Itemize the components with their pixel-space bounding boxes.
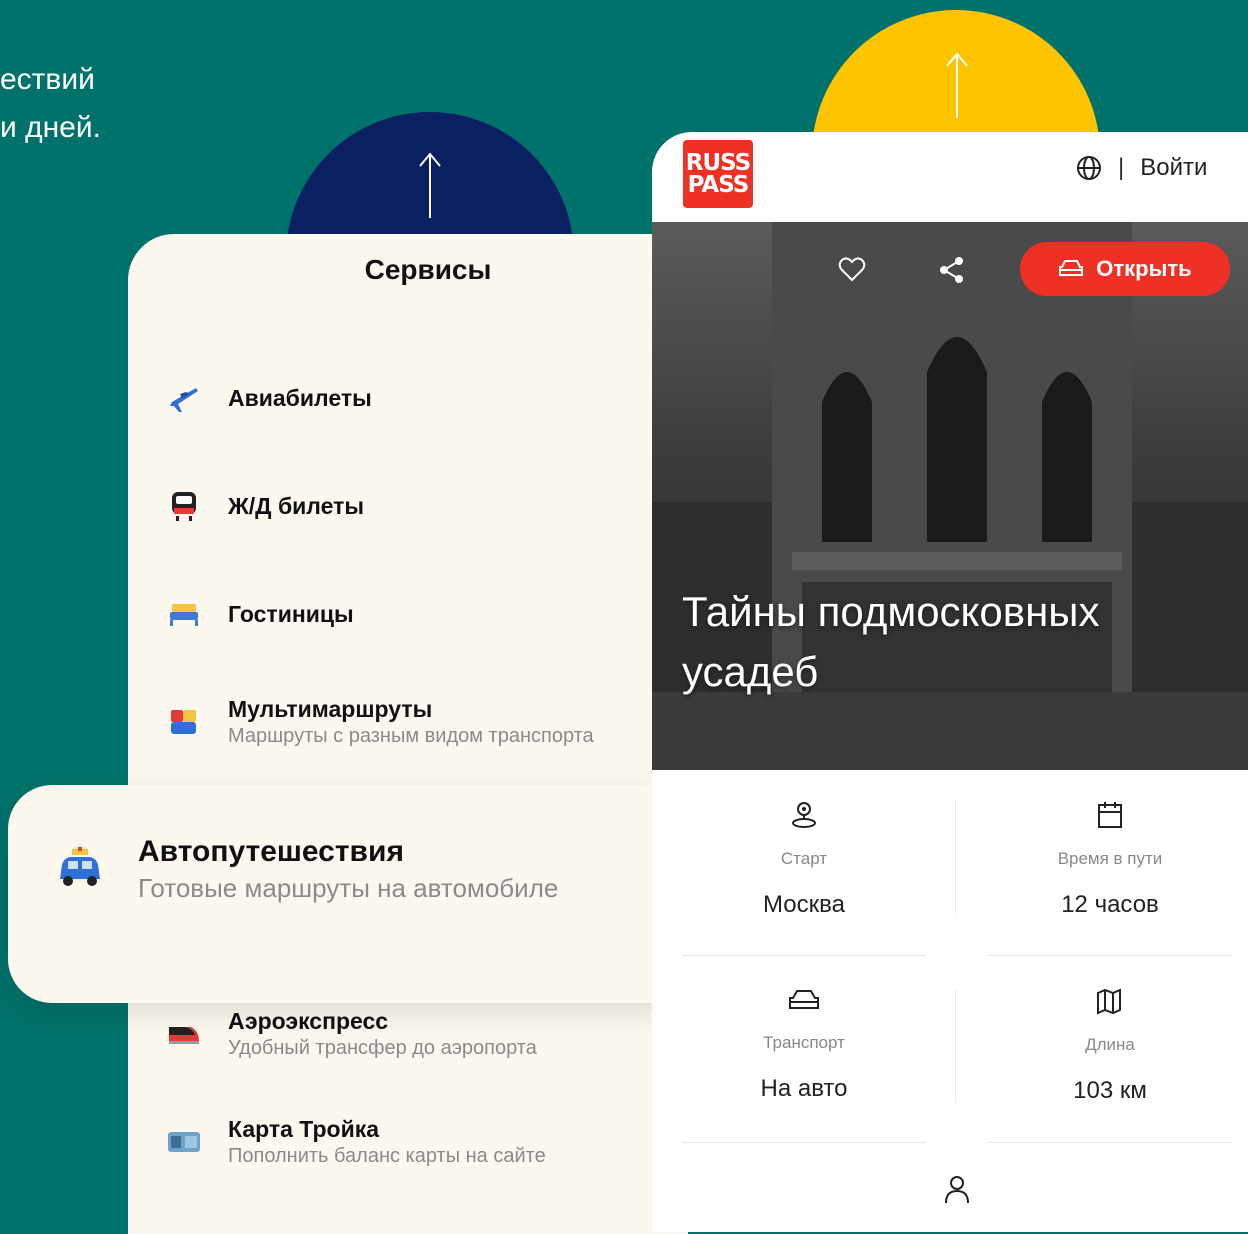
car-icon: [1059, 260, 1084, 276]
service-item-multiroutes[interactable]: Мультимаршруты Маршруты с разным видом т…: [166, 696, 594, 748]
service-subtitle: Удобный трансфер до аэропорта: [228, 1037, 537, 1059]
services-title: Сервисы: [364, 254, 492, 285]
open-button-label: Открыть: [1096, 256, 1192, 281]
globe-icon[interactable]: [1076, 155, 1102, 181]
calendar-icon: [1098, 802, 1122, 828]
car-trip-icon: [56, 847, 104, 896]
logo-text: PASS: [687, 172, 750, 198]
info-transport: Транспорт На авто: [682, 988, 926, 1103]
services-panel: Сервисы Авиабилеты Ж/Д билеты Гостиницы …: [128, 234, 688, 1234]
divider: [955, 800, 956, 914]
info-label: Длина: [1085, 1035, 1135, 1054]
service-item-aeroexpress[interactable]: Аэроэкспресс Удобный трансфер до аэропор…: [166, 1008, 537, 1060]
open-route-button[interactable]: Открыть: [1020, 242, 1230, 296]
service-title: Карта Тройка: [228, 1116, 380, 1142]
info-travel-time: Время в пути 12 часов: [988, 800, 1232, 919]
header-actions: | Войти: [1076, 154, 1207, 182]
service-item-troika[interactable]: Карта Тройка Пополнить баланс карты на с…: [166, 1116, 546, 1168]
service-title: Аэроэкспресс: [228, 1008, 389, 1034]
info-value: 103 км: [1073, 1077, 1147, 1104]
service-item-hotels[interactable]: Гостиницы: [166, 596, 354, 632]
header-separator: |: [1118, 154, 1125, 181]
divider: [988, 955, 1232, 956]
service-item-flights[interactable]: Авиабилеты: [166, 380, 372, 416]
service-title: Ж/Д билеты: [228, 492, 365, 519]
service-title: Гостиницы: [228, 600, 354, 627]
service-subtitle: Маршруты с разным видом транспорта: [228, 725, 594, 747]
info-start: Старт Москва: [682, 800, 926, 919]
airplane-icon: [166, 380, 202, 416]
location-pin-icon: [792, 802, 816, 828]
highlight-title: Автопутешествия: [138, 835, 404, 868]
service-title: Авиабилеты: [228, 384, 372, 411]
info-value: На авто: [760, 1075, 848, 1102]
map-icon: [1097, 988, 1121, 1015]
info-label: Время в пути: [1057, 849, 1163, 868]
russpass-logo[interactable]: RUSS PASS: [683, 140, 753, 208]
highlight-auto-trips-card[interactable]: Автопутешествия Готовые маршруты на авто…: [8, 785, 668, 1003]
arrow-up-icon: [419, 152, 441, 218]
route-app-card: RUSS PASS | Войти Открыть Тайны подмоско…: [652, 132, 1248, 1232]
divider: [682, 955, 926, 956]
info-value: 12 часов: [1061, 891, 1159, 918]
arrow-up-icon: [946, 52, 968, 118]
login-link[interactable]: Войти: [1140, 154, 1207, 182]
bed-icon: [166, 596, 202, 632]
highlight-subtitle: Готовые маршруты на автомобиле: [138, 873, 559, 903]
user-profile-icon[interactable]: [944, 1175, 970, 1205]
info-length: Длина 103 км: [988, 988, 1232, 1105]
service-title: Мультимаршруты: [228, 696, 433, 722]
favorite-heart-icon[interactable]: [838, 256, 866, 282]
multiroute-icon: [166, 704, 202, 740]
train-icon: [166, 488, 202, 524]
troika-card-icon: [166, 1124, 202, 1160]
divider: [955, 988, 956, 1102]
info-label: Старт: [780, 849, 828, 868]
route-title: Тайны подмосковных усадеб: [682, 588, 1100, 695]
divider: [988, 1142, 1232, 1143]
info-value: Москва: [763, 891, 845, 918]
logo-text: RUSS: [685, 150, 751, 176]
divider: [682, 1142, 926, 1143]
service-item-trains[interactable]: Ж/Д билеты: [166, 488, 364, 524]
info-label: Транспорт: [763, 1033, 845, 1052]
aeroexpress-icon: [166, 1016, 202, 1052]
car-icon: [789, 990, 819, 1009]
hero-image: Открыть Тайны подмосковных усадеб: [652, 222, 1248, 770]
service-subtitle: Пополнить баланс карты на сайте: [228, 1145, 546, 1167]
share-icon[interactable]: [938, 256, 966, 284]
intro-text: ествий и дней.: [0, 63, 101, 144]
